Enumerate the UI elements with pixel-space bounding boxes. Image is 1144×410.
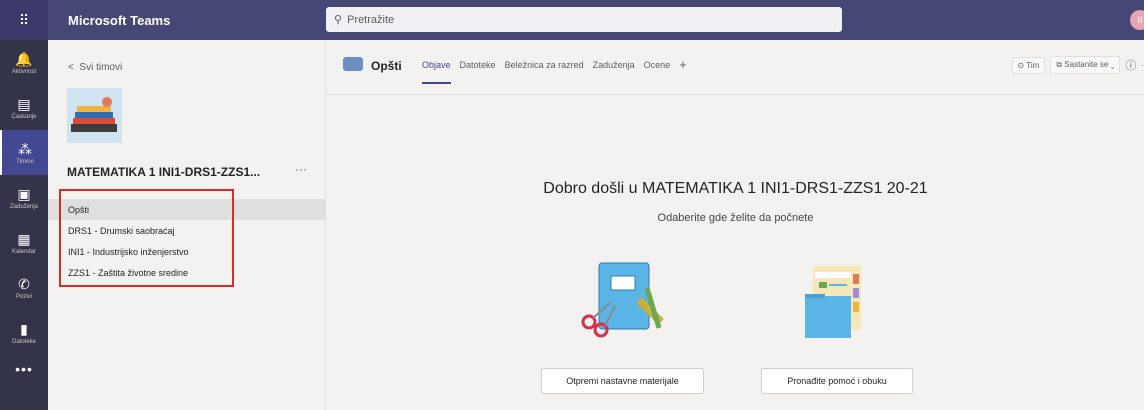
- tab-bar: Objave Datoteke Beležnica za razred Zadu…: [422, 57, 687, 84]
- files-icon: ▮: [20, 320, 28, 337]
- chevron-down-icon: ⌄: [1110, 60, 1115, 69]
- app-launcher-icon[interactable]: ⠿: [0, 0, 48, 40]
- avatar[interactable]: II: [1130, 10, 1144, 30]
- upload-materials-button[interactable]: Otpremi nastavne materijale: [541, 368, 704, 394]
- meet-button[interactable]: ⧉ Sastanite se ⌄: [1050, 56, 1121, 74]
- main-content: Opšti Objave Datoteke Beležnica za razre…: [327, 40, 1144, 410]
- team-button-label: Tim: [1026, 60, 1040, 70]
- team-image: [67, 88, 122, 143]
- tab-posts[interactable]: Objave: [422, 60, 451, 84]
- meet-button-label: Sastanite se: [1064, 60, 1109, 69]
- rail-label: Datoteke: [11, 338, 36, 345]
- rail-label: Timovi: [16, 158, 34, 165]
- video-icon: ⧉: [1056, 60, 1063, 69]
- top-bar: ⠿ Microsoft Teams ⚲ Pretražite II: [0, 0, 1144, 40]
- team-button[interactable]: ⊙ Tim: [1011, 56, 1046, 74]
- rail-item-chat[interactable]: ▤ Ćaskanje: [0, 85, 48, 130]
- welcome-heading: Dobro došli u MATEMATIKA 1 INI1-DRS1-ZZS…: [543, 180, 928, 197]
- rail-label: Pozivi: [15, 293, 32, 300]
- help-training-illustration: [801, 264, 871, 349]
- tab-grades[interactable]: Ocene: [644, 60, 671, 84]
- chat-icon: ▤: [17, 95, 31, 112]
- search-placeholder: Pretražite: [347, 13, 395, 26]
- rail-item-assignments[interactable]: ▣ Zaduženja: [0, 175, 48, 220]
- upload-materials-illustration: [579, 260, 679, 355]
- tab-assignments[interactable]: Zaduženja: [593, 60, 635, 84]
- welcome-subtitle: Odaberite gde želite da počnete: [657, 212, 814, 224]
- tab-notebook[interactable]: Beležnica za razred: [505, 60, 584, 84]
- channel-item-ini1[interactable]: INI1 - Industrijsko inženjerstvo: [48, 241, 326, 262]
- find-help-button[interactable]: Pronađite pomoć i obuku: [761, 368, 913, 394]
- rail-item-calls[interactable]: ✆ Pozivi: [0, 265, 48, 310]
- rail-label: Ćaskanje: [11, 113, 37, 120]
- rail-label: Aktivnost: [11, 68, 37, 75]
- app-title: Microsoft Teams: [68, 12, 171, 28]
- rail-item-calendar[interactable]: ▦ Kalendar: [0, 220, 48, 265]
- team-panel: < Svi timovi MATEMATIKA 1 INI1-DRS1-ZZS1…: [48, 40, 326, 410]
- header-actions: ⊙ Tim ⧉ Sastanite se ⌄ ⓘ ·: [1011, 56, 1144, 74]
- back-label: Svi timovi: [79, 62, 123, 73]
- assignments-icon: ▣: [17, 185, 31, 202]
- rail-label: Zaduženja: [9, 203, 39, 210]
- search-icon: ⚲: [334, 14, 343, 26]
- tab-files[interactable]: Datoteke: [460, 60, 496, 84]
- chevron-left-icon: <: [68, 62, 74, 73]
- channel-header: Opšti Objave Datoteke Beležnica za razre…: [327, 40, 1144, 95]
- channel-title: Opšti: [371, 59, 402, 73]
- rail-item-teams[interactable]: ⁂ Timovi: [0, 130, 48, 175]
- more-options-icon[interactable]: ···: [295, 162, 307, 176]
- channel-item-zzs1[interactable]: ZZS1 - Zaštita životne sredine: [48, 262, 326, 283]
- back-to-teams-link[interactable]: < Svi timovi: [68, 62, 122, 73]
- search-input[interactable]: ⚲ Pretražite: [326, 7, 842, 32]
- more-apps-icon[interactable]: •••: [0, 361, 48, 377]
- phone-icon: ✆: [18, 275, 30, 292]
- rail-item-activity[interactable]: 🔔 Aktivnost: [0, 40, 48, 85]
- eye-icon: ⊙: [1017, 60, 1025, 70]
- info-icon[interactable]: ⓘ: [1125, 57, 1136, 73]
- rail-item-files[interactable]: ▮ Datoteke: [0, 310, 48, 355]
- add-tab-button[interactable]: +: [679, 57, 687, 84]
- app-rail: 🔔 Aktivnost ▤ Ćaskanje ⁂ Timovi ▣ Zaduže…: [0, 40, 48, 410]
- rail-label: Kalendar: [11, 248, 37, 255]
- bell-icon: 🔔: [15, 50, 33, 67]
- channel-icon: [343, 57, 363, 71]
- channel-item-drs1[interactable]: DRS1 - Drumski saobraćaj: [48, 220, 326, 241]
- teams-icon: ⁂: [18, 140, 32, 157]
- channel-item-general[interactable]: Opšti: [48, 199, 326, 220]
- calendar-icon: ▦: [17, 230, 31, 247]
- team-name: MATEMATIKA 1 INI1-DRS1-ZZS1...: [67, 165, 261, 179]
- channel-list: Opšti DRS1 - Drumski saobraćaj INI1 - In…: [48, 199, 326, 283]
